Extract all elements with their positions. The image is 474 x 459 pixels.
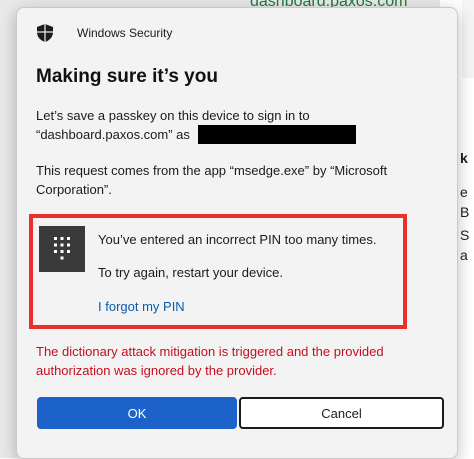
cancel-button[interactable]: Cancel — [239, 397, 444, 429]
windows-security-dialog: Windows Security Making sure it’s you Le… — [16, 7, 458, 459]
pin-error-panel: You’ve entered an incorrect PIN too many… — [29, 214, 407, 329]
shield-icon — [37, 24, 53, 42]
app-name: Windows Security — [77, 26, 173, 40]
passkey-message: Let’s save a passkey on this device to s… — [36, 106, 436, 144]
ok-button[interactable]: OK — [37, 397, 237, 429]
background-text: a — [460, 247, 468, 263]
incorrect-pin-message: You’ve entered an incorrect PIN too many… — [98, 232, 377, 247]
redacted-account — [197, 125, 356, 144]
forgot-pin-link[interactable]: I forgot my PIN — [98, 299, 185, 314]
background-text: e — [460, 184, 468, 200]
error-message: The dictionary attack mitigation is trig… — [36, 344, 384, 378]
background-text: k — [460, 150, 468, 166]
background-tab — [462, 0, 474, 78]
restart-device-message: To try again, restart your device. — [98, 265, 283, 280]
background-text: S — [460, 227, 470, 243]
request-source-text: This request comes from the app “msedge.… — [36, 163, 388, 197]
dialog-titlebar: Windows Security — [37, 24, 172, 42]
keypad-icon — [39, 226, 85, 272]
dialog-heading: Making sure it’s you — [36, 66, 218, 87]
background-text: B — [460, 204, 470, 220]
